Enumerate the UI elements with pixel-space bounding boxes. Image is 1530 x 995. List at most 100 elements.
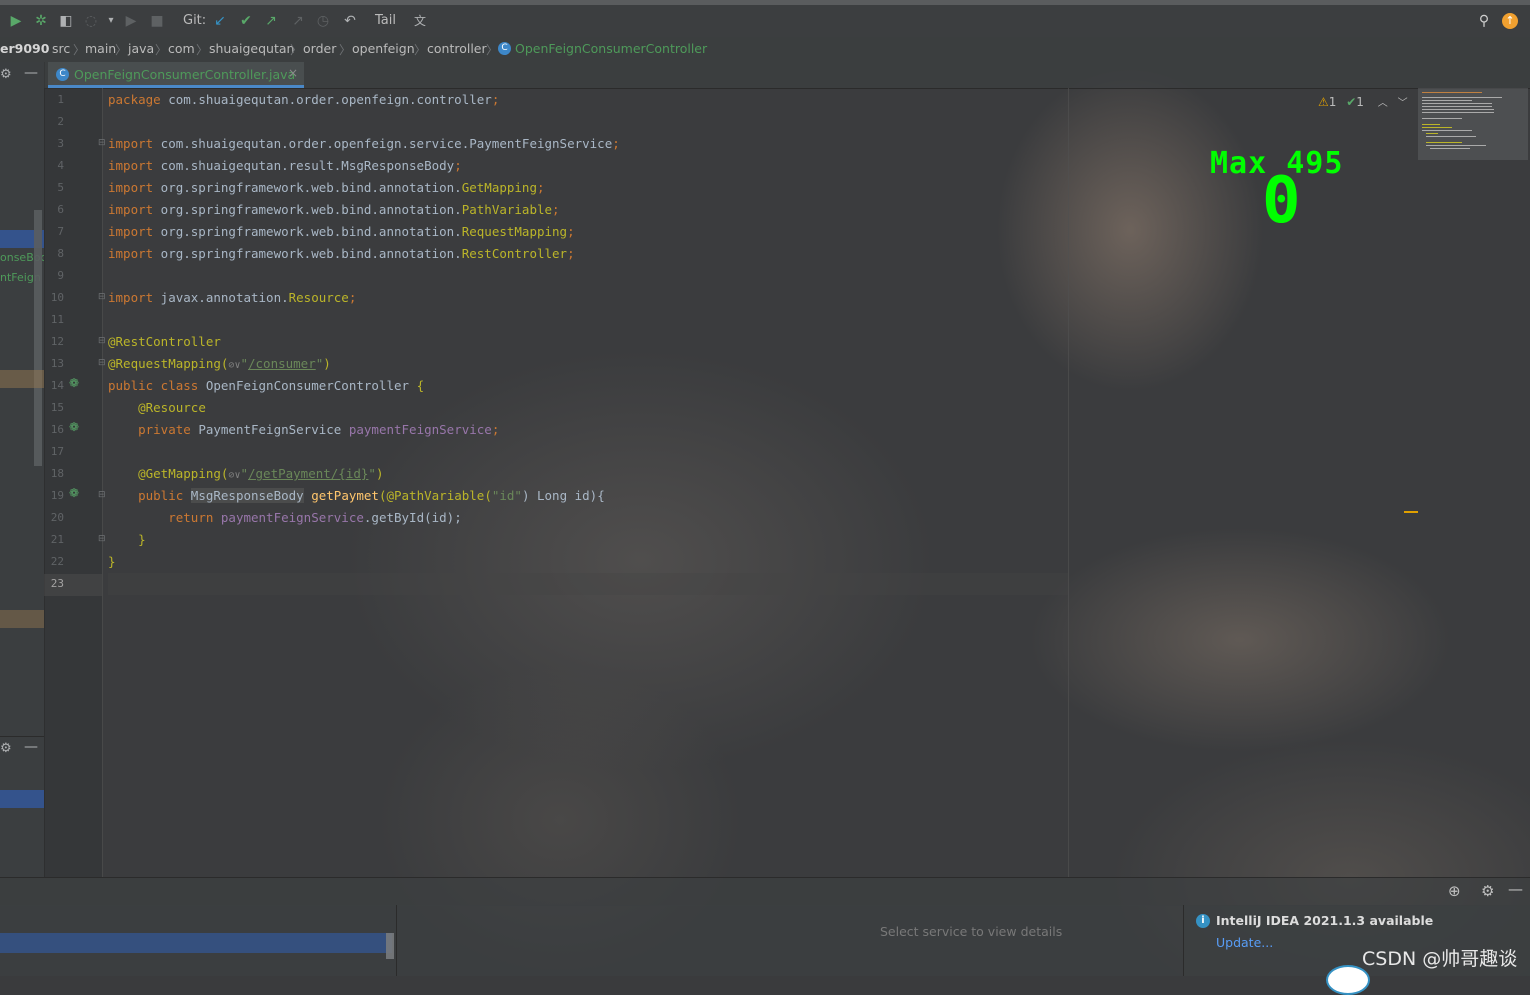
selected-service-row[interactable] [0,933,392,953]
git-push-icon[interactable]: ↗ [262,12,280,30]
breadcrumb-item[interactable]: order [303,41,336,56]
step-icon[interactable]: ▶ [122,12,140,30]
line-number: 19 [50,489,64,502]
semicolon: ; [567,224,575,239]
gear-icon[interactable]: ⚙ [1481,882,1494,900]
undo-icon[interactable]: ↶ [341,12,359,30]
brace: } [138,532,146,547]
spring-bean-icon[interactable]: ❁ [69,420,79,434]
code-minimap[interactable] [1418,88,1528,160]
gear-icon[interactable]: ⚙ [0,67,12,82]
fold-icon[interactable]: ⊟ [98,534,106,544]
selected-service-row[interactable] [0,790,44,808]
translate-icon[interactable]: 文 [411,12,429,30]
stop-icon[interactable]: ■ [148,12,166,30]
breadcrumb-item[interactable]: openfeign [352,41,415,56]
class-icon: C [56,68,69,81]
import-class: Resource [288,290,349,305]
semicolon: ; [454,158,462,173]
annotation: @RequestMapping( [108,356,229,371]
url-link[interactable]: /consumer [248,356,316,371]
line-number: 6 [57,203,64,216]
fold-icon[interactable]: ⊟ [98,336,106,346]
line-number: 23 [50,577,64,590]
profile-icon[interactable]: ◌ [82,12,100,30]
line-number: 20 [50,511,64,524]
fold-icon[interactable]: ⊟ [98,358,106,368]
tail-button[interactable]: Tail [375,11,396,31]
code-line: @RequestMapping(⊘∨"/consumer") [108,353,331,375]
class-icon: C [498,42,511,55]
panel-scrollbar[interactable] [34,210,42,466]
import-class: RequestMapping [461,224,568,239]
semicolon: ; [536,180,545,195]
web-endpoint-icon[interactable]: ⊘∨ [228,470,240,481]
web-endpoint-icon[interactable]: ⊘∨ [228,360,240,371]
git-update-icon[interactable]: ↙ [211,12,229,30]
git-history-icon[interactable]: ↗ [289,12,307,30]
chevron-up-icon[interactable]: ︿ [1378,98,1388,109]
right-margin-guide [1068,88,1069,877]
inspection-widget[interactable]: ⚠1 ✔1 ︿ ﹀ [1318,94,1408,110]
code-line: return paymentFeignService.getById(id); [108,507,462,529]
import-class: RestController [461,246,568,261]
current-line [108,573,1068,595]
close-icon[interactable]: × [288,66,298,80]
minimize-icon[interactable]: — [24,739,38,755]
breadcrumb-item[interactable]: com [168,41,195,56]
services-scrollbar[interactable] [386,933,394,959]
semicolon: ; [567,246,575,261]
git-commit-icon[interactable]: ✔ [237,12,255,30]
import-path: javax.annotation. [153,290,289,305]
git-clock-icon[interactable]: ◷ [314,12,332,30]
spring-bean-icon[interactable]: ❁ [69,486,79,500]
import-path: org.springframework.web.bind.annotation. [153,246,462,261]
update-link[interactable]: Update... [1216,935,1273,950]
tab-label: OpenFeignConsumerController.java [74,67,296,82]
line-number: 16 [50,423,64,436]
coverage-icon[interactable]: ◧ [57,12,75,30]
breadcrumb-item[interactable]: controller [427,41,487,56]
line-number: 17 [50,445,64,458]
import-class: GetMapping [461,180,537,195]
dropdown-icon[interactable]: ▾ [102,12,120,30]
breadcrumb-current-class[interactable]: OpenFeignConsumerController [515,41,707,56]
highlighted-tree-row[interactable] [0,610,44,628]
minimize-icon[interactable]: — [24,65,38,81]
annotation: @GetMapping( [138,466,229,481]
debug-icon[interactable]: ✲ [32,12,50,30]
method-name: getPaymet [311,488,379,503]
search-icon[interactable]: ⚲ [1475,12,1493,30]
fold-icon[interactable]: ⊟ [98,292,106,302]
fold-icon[interactable]: ⊟ [98,138,106,148]
update-badge-icon[interactable]: ↑ [1502,13,1518,29]
breadcrumb-module[interactable]: er9090 [0,41,49,56]
string: " [368,466,376,481]
breadcrumb-item[interactable]: shuaigequtan [209,41,294,56]
notification-title: IntelliJ IDEA 2021.1.3 available [1216,913,1434,928]
line-number: 3 [57,137,64,150]
fold-icon[interactable]: ⊟ [98,490,106,500]
keyword: package [108,92,161,107]
keyword: public class [108,378,199,393]
url-link[interactable]: /getPayment/{id} [248,466,368,481]
code-line: import org.springframework.web.bind.anno… [108,199,560,221]
class-name: OpenFeignConsumerController [198,378,417,393]
import-path: org.springframework.web.bind.annotation. [153,224,462,239]
keyword: public [138,488,184,503]
run-icon[interactable]: ▶ [7,12,25,30]
breadcrumb-item[interactable]: java [128,41,154,56]
error-stripe-marker[interactable] [1404,511,1418,513]
code-line: @Resource [108,397,206,419]
breadcrumb-item[interactable]: src [52,41,70,56]
score-counter: 0 [1262,164,1301,238]
editor-tab[interactable]: C OpenFeignConsumerController.java × [48,62,304,88]
spring-bean-icon[interactable]: ❁ [69,376,79,390]
method-call: .getById(id); [363,510,462,525]
globe-icon[interactable]: ⊕ [1448,882,1461,900]
chevron-down-icon[interactable]: ﹀ [1398,98,1408,109]
breadcrumb-item[interactable]: main [85,41,116,56]
minimize-icon[interactable]: — [1508,880,1523,898]
gear-icon[interactable]: ⚙ [0,741,12,756]
highlighted-tree-row[interactable] [0,370,44,388]
